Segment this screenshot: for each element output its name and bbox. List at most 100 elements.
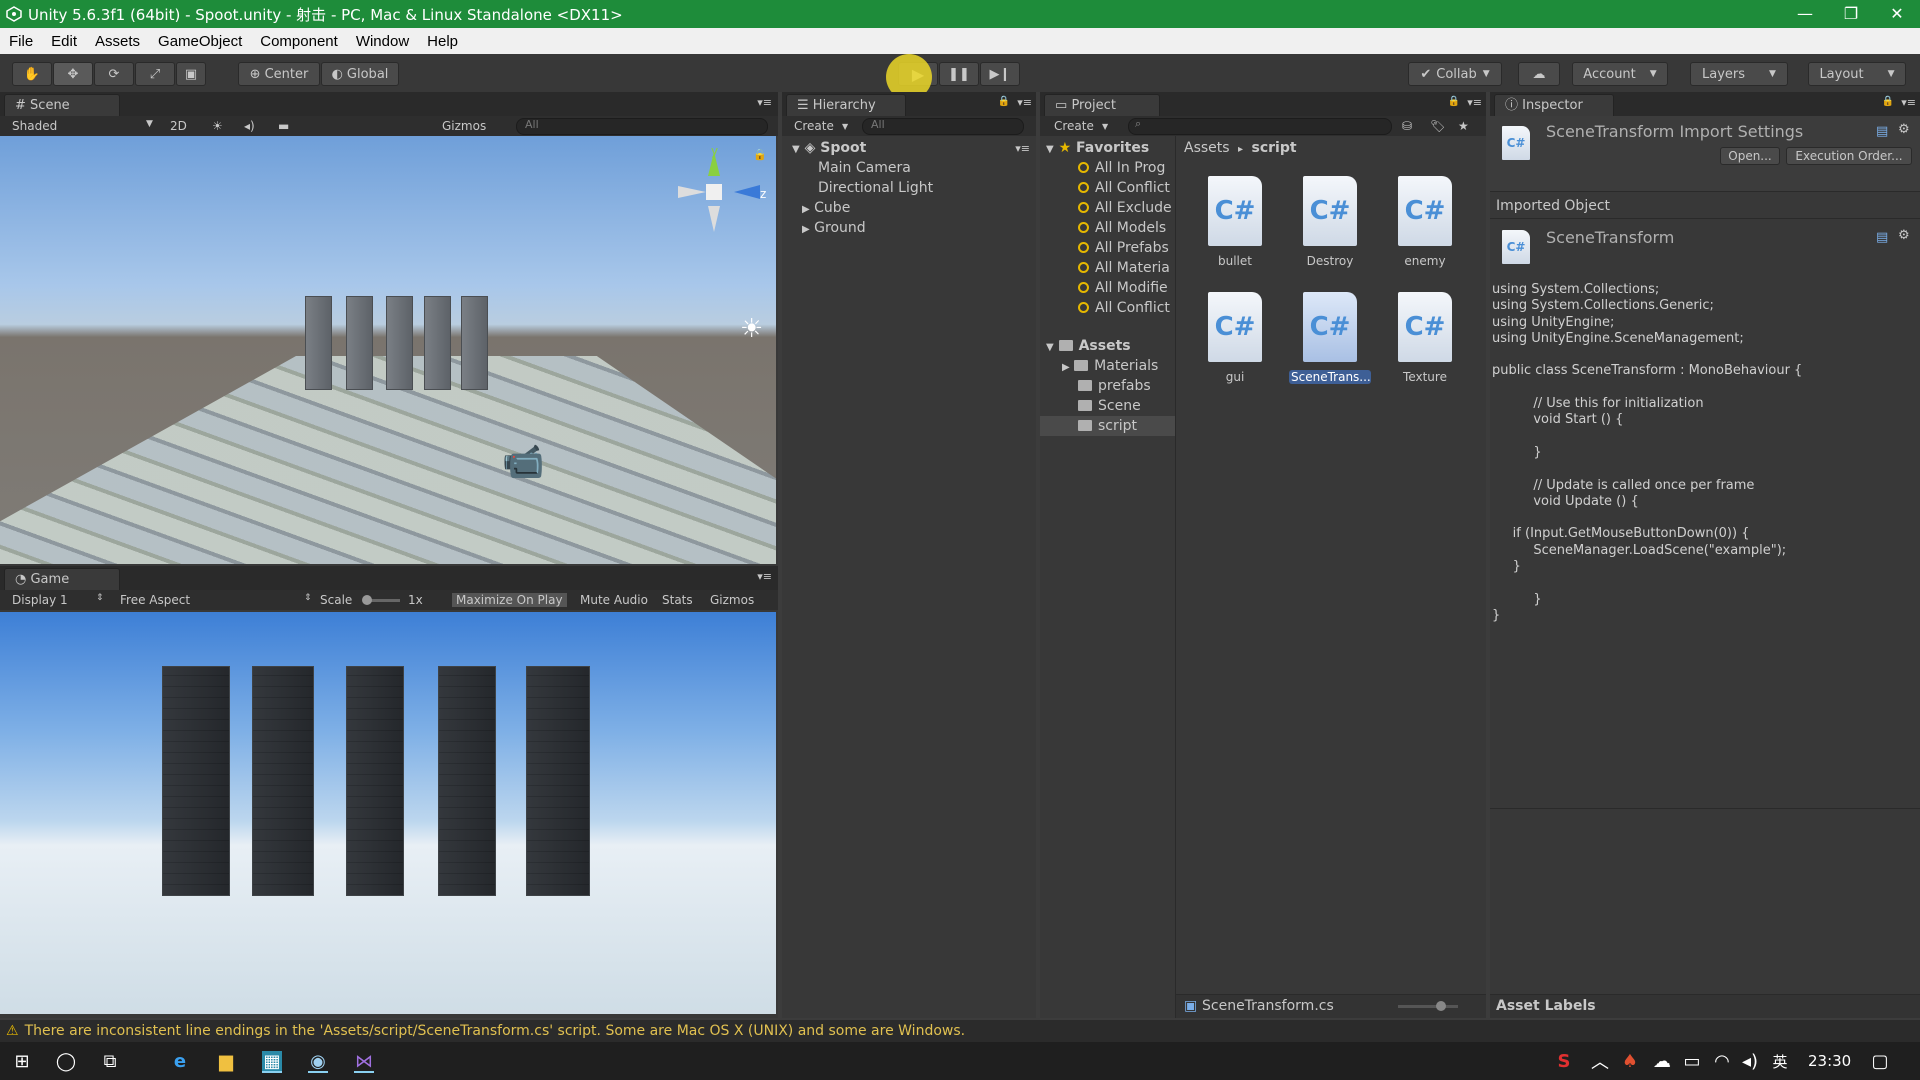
camera-gizmo-icon[interactable]: 📹: [502, 442, 544, 482]
panel-menu-icon[interactable]: ▾≡: [757, 570, 772, 583]
tab-inspector[interactable]: ⓘ Inspector: [1494, 94, 1614, 116]
panel-menu-icon[interactable]: ▾≡: [757, 96, 772, 109]
battery-icon[interactable]: ▭: [1682, 1051, 1702, 1072]
stats-toggle[interactable]: Stats: [662, 593, 693, 607]
hierarchy-search-input[interactable]: All: [862, 118, 1024, 135]
maximize-on-play-toggle[interactable]: Maximize On Play: [452, 593, 567, 607]
scale-slider-handle[interactable]: [362, 595, 372, 605]
shading-mode-dropdown[interactable]: Shaded: [12, 119, 57, 133]
assets-root-folder[interactable]: ▼ Assets: [1046, 338, 1131, 354]
cloud-button[interactable]: ☁: [1518, 62, 1560, 86]
show-hidden-icons-chevron-icon[interactable]: ︿: [1590, 1051, 1610, 1073]
lock-icon[interactable]: 🔒: [753, 148, 767, 161]
favorite-item[interactable]: All Conflict: [1078, 180, 1170, 196]
edge-browser-icon[interactable]: e: [170, 1051, 190, 1072]
folder-script-selected[interactable]: script: [1040, 416, 1175, 436]
favorite-item[interactable]: All Models: [1078, 220, 1166, 236]
project-create-dropdown[interactable]: Create: [1054, 119, 1094, 133]
breadcrumb-assets[interactable]: Assets: [1184, 140, 1230, 156]
favorites-header[interactable]: ▼ ★ Favorites: [1046, 140, 1149, 156]
scale-tool-button[interactable]: ⤢: [135, 62, 175, 86]
display-dropdown[interactable]: Display 1: [12, 593, 68, 607]
menu-gameobject[interactable]: GameObject: [149, 33, 251, 50]
tab-hierarchy[interactable]: ☰ Hierarchy: [786, 94, 906, 116]
favorite-item[interactable]: All Modifie: [1078, 280, 1168, 296]
execution-order-button[interactable]: Execution Order...: [1786, 147, 1912, 165]
console-status-bar[interactable]: ⚠ There are inconsistent line endings in …: [0, 1020, 1920, 1042]
hierarchy-item-cube[interactable]: ▶ Cube: [802, 200, 850, 216]
menu-edit[interactable]: Edit: [42, 33, 86, 50]
notification-center-icon[interactable]: ▢: [1870, 1051, 1890, 1072]
panel-menu-icon[interactable]: ▾≡: [1017, 96, 1032, 109]
lighting-toggle-icon[interactable]: ☀: [212, 119, 223, 133]
tab-scene[interactable]: # Scene: [4, 94, 120, 116]
minimize-button[interactable]: —: [1782, 0, 1828, 28]
file-explorer-icon[interactable]: ▆: [216, 1051, 236, 1072]
settings-gear-icon[interactable]: ⚙: [1898, 122, 1910, 137]
favorite-item[interactable]: All Prefabs: [1078, 240, 1169, 256]
close-button[interactable]: ✕: [1874, 0, 1920, 28]
open-button[interactable]: Open...: [1720, 147, 1780, 165]
asset-gui[interactable]: C# gui: [1194, 292, 1276, 384]
asset-scenetransform-selected[interactable]: C# SceneTrans...: [1289, 292, 1371, 384]
space-toggle-button[interactable]: ◐ Global: [321, 62, 399, 86]
layout-dropdown[interactable]: Layout ▼: [1808, 62, 1906, 86]
pause-button[interactable]: ❚❚: [939, 62, 979, 86]
lock-icon[interactable]: 🔒: [1882, 96, 1894, 107]
move-tool-button[interactable]: ✥: [53, 62, 93, 86]
menu-assets[interactable]: Assets: [86, 33, 149, 50]
directional-light-icon[interactable]: ☀: [740, 314, 763, 344]
menu-file[interactable]: File: [0, 33, 42, 50]
2d-toggle[interactable]: 2D: [170, 119, 187, 133]
layers-dropdown[interactable]: Layers ▼: [1690, 62, 1788, 86]
scene-menu-icon[interactable]: ▾≡: [1015, 142, 1030, 155]
favorite-item[interactable]: All Materia: [1078, 260, 1170, 276]
audio-toggle-icon[interactable]: ◂): [244, 119, 255, 133]
game-viewport[interactable]: [0, 612, 776, 1014]
folder-prefabs[interactable]: prefabs: [1078, 378, 1151, 394]
icon-size-slider-handle[interactable]: [1436, 1001, 1446, 1011]
hierarchy-create-dropdown[interactable]: Create: [794, 119, 834, 133]
asset-destroy[interactable]: C# Destroy: [1289, 176, 1371, 268]
panel-menu-icon[interactable]: ▾≡: [1467, 96, 1482, 109]
mute-audio-toggle[interactable]: Mute Audio: [580, 593, 648, 607]
volume-icon[interactable]: ◂): [1740, 1051, 1760, 1072]
store-app-icon[interactable]: ▦: [262, 1051, 282, 1073]
asset-bullet[interactable]: C# bullet: [1194, 176, 1276, 268]
folder-materials[interactable]: ▶ Materials: [1062, 358, 1158, 374]
scene-orientation-gizmo[interactable]: [670, 148, 770, 238]
settings-gear-icon[interactable]: ⚙: [1898, 228, 1910, 243]
icon-size-slider[interactable]: [1398, 1001, 1458, 1011]
favorite-star-icon[interactable]: ★: [1458, 119, 1469, 133]
pivot-toggle-button[interactable]: ⊕ Center: [238, 62, 320, 86]
rect-tool-button[interactable]: ▣: [176, 62, 206, 86]
tab-game[interactable]: ◔ Game: [4, 568, 120, 590]
effects-toggle-icon[interactable]: ▬: [278, 119, 289, 133]
account-dropdown[interactable]: Account ▼: [1572, 62, 1668, 86]
filter-by-type-icon[interactable]: ⛁: [1402, 119, 1412, 133]
filter-by-label-icon[interactable]: 🏷: [1430, 119, 1445, 133]
step-button[interactable]: ▶❙: [980, 62, 1020, 86]
maximize-button[interactable]: ❐: [1828, 0, 1874, 28]
cortana-circle-icon[interactable]: ◯: [56, 1051, 76, 1072]
game-gizmos-dropdown[interactable]: Gizmos: [710, 593, 754, 607]
scene-viewport[interactable]: y z 🔒 ☀ 📹: [0, 136, 776, 564]
hierarchy-item-main-camera[interactable]: Main Camera: [818, 160, 911, 176]
windows-start-icon[interactable]: ⊞: [12, 1051, 32, 1072]
task-view-icon[interactable]: ⧉: [100, 1051, 120, 1072]
lock-icon[interactable]: 🔒: [1448, 96, 1460, 107]
asset-enemy[interactable]: C# enemy: [1384, 176, 1466, 268]
taskbar-clock[interactable]: 23:30: [1808, 1052, 1851, 1070]
hierarchy-scene-root[interactable]: ▼ ◈ Spoot: [792, 140, 866, 156]
hand-tool-button[interactable]: ✋: [12, 62, 52, 86]
project-search-input[interactable]: ⌕: [1128, 117, 1392, 135]
rotate-tool-button[interactable]: ⟳: [94, 62, 134, 86]
wifi-icon[interactable]: ◠: [1712, 1051, 1732, 1072]
scene-search-input[interactable]: All: [516, 118, 768, 135]
help-book-icon[interactable]: ▤: [1876, 124, 1888, 139]
menu-window[interactable]: Window: [347, 33, 418, 50]
visual-studio-icon[interactable]: ⋈: [354, 1051, 374, 1073]
lock-icon[interactable]: 🔒: [998, 96, 1010, 107]
unity-taskbar-icon[interactable]: ◉: [308, 1051, 328, 1073]
favorite-item[interactable]: All Exclude: [1078, 200, 1172, 216]
